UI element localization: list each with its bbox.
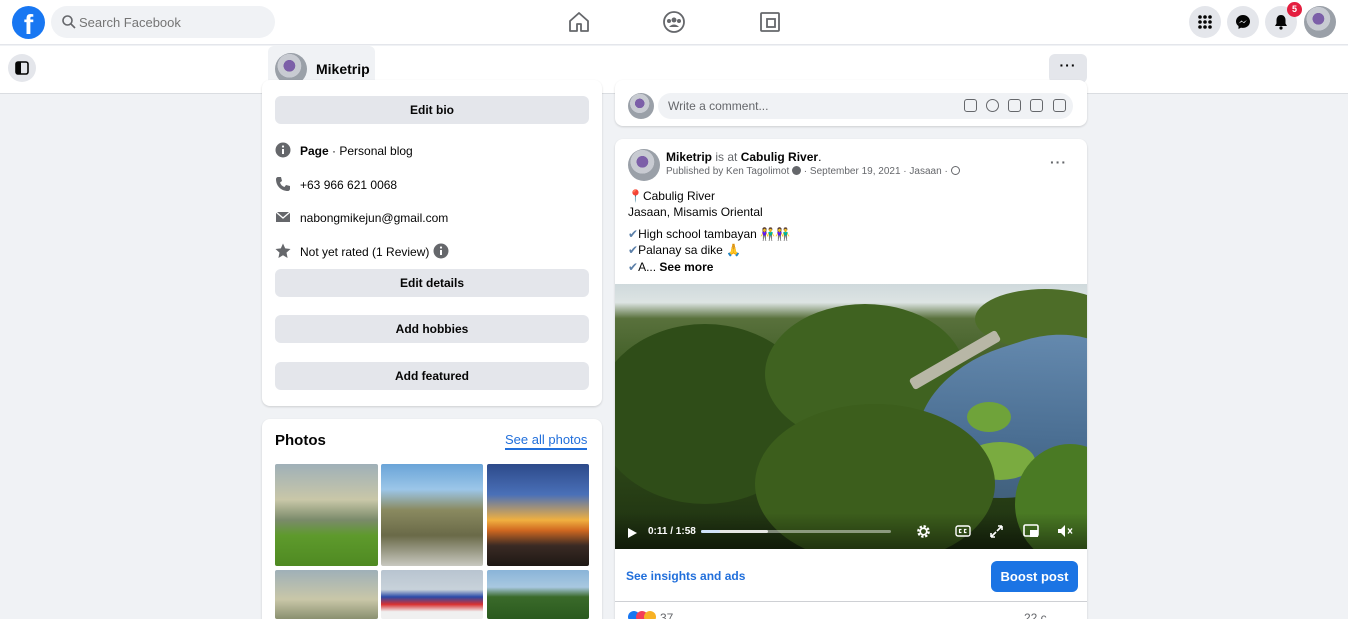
phone-number[interactable]: +63 966 621 0068 <box>300 178 397 192</box>
sidebar-icon <box>15 61 29 75</box>
video-buffer <box>701 530 768 533</box>
post-date[interactable]: September 19, 2021 · Jasaan · <box>810 166 948 177</box>
fullscreen-icon[interactable] <box>990 525 1003 538</box>
published-by: Published by Ken Tagolimot <box>666 166 790 177</box>
check-icon: ✔ <box>628 260 639 274</box>
comment-placeholder: Write a comment... <box>668 99 769 113</box>
account-avatar[interactable] <box>1304 6 1336 38</box>
see-more-link[interactable]: See more <box>659 260 713 274</box>
post-options-button[interactable]: ··· <box>1050 154 1067 170</box>
boost-post-button[interactable]: Boost post <box>991 561 1078 592</box>
messenger-button[interactable] <box>1227 6 1259 38</box>
sidebar-toggle-button[interactable] <box>8 54 36 82</box>
rating-text: Not yet rated (1 Review) <box>300 245 430 259</box>
page-category: · Personal blog <box>328 144 413 158</box>
top-navigation-bar: f 5 <box>0 0 1348 45</box>
photo-thumbnail[interactable] <box>487 570 589 619</box>
page-name: Miketrip <box>316 61 370 77</box>
home-icon[interactable] <box>567 10 591 34</box>
post-text-line: ✔Palanay sa dike 🙏 <box>628 243 741 257</box>
post-is-at: is at <box>712 150 741 164</box>
haha-reaction-icon[interactable] <box>644 611 656 619</box>
check-icon: ✔ <box>628 243 639 257</box>
add-featured-button[interactable]: Add featured <box>275 362 589 390</box>
phone-icon <box>276 177 290 191</box>
photo-thumbnail[interactable] <box>381 570 483 619</box>
post-period: . <box>818 150 822 164</box>
photo-thumbnail[interactable] <box>275 570 378 619</box>
messenger-icon <box>1236 15 1250 29</box>
settings-gear-icon[interactable] <box>916 524 931 539</box>
video-progress-bar[interactable] <box>701 530 891 533</box>
check-icon: ✔ <box>628 227 639 241</box>
camera-icon[interactable] <box>1008 99 1021 112</box>
search-input[interactable] <box>79 6 269 38</box>
captions-icon[interactable] <box>955 525 971 537</box>
notification-count-badge: 5 <box>1287 2 1302 17</box>
mail-icon <box>275 211 291 222</box>
post-author-avatar[interactable] <box>628 149 660 181</box>
search-box[interactable] <box>51 6 275 38</box>
post-header: Miketrip is at Cabulig River. <box>666 150 821 164</box>
menu-grid-icon <box>1198 15 1212 29</box>
edit-bio-button[interactable]: Edit bio <box>275 96 589 124</box>
bell-icon <box>1275 15 1287 30</box>
info-icon <box>275 142 291 158</box>
post-location[interactable]: Cabulig River <box>741 150 818 164</box>
post-text-line: 📍Cabulig River <box>628 189 715 203</box>
avatar-sticker-icon[interactable] <box>964 99 977 112</box>
search-icon <box>62 15 76 29</box>
globe-icon <box>950 166 960 175</box>
gif-icon[interactable] <box>1030 99 1043 112</box>
video-controls: 0:11 / 1:58 <box>615 513 1087 549</box>
groups-icon[interactable] <box>662 10 686 34</box>
photo-thumbnail[interactable] <box>487 464 589 566</box>
play-icon[interactable] <box>627 527 638 539</box>
picture-in-picture-icon[interactable] <box>1023 524 1039 538</box>
pages-icon[interactable] <box>758 10 782 34</box>
photos-title: Photos <box>275 432 326 449</box>
page-more-button[interactable]: ··· <box>1049 54 1087 83</box>
star-icon <box>275 243 291 258</box>
add-hobbies-button[interactable]: Add hobbies <box>275 315 589 343</box>
photo-thumbnail[interactable] <box>381 464 483 566</box>
page-type-label: Page <box>300 144 329 158</box>
photo-thumbnail[interactable] <box>275 464 378 566</box>
sticker-icon[interactable] <box>1053 99 1066 112</box>
post-video[interactable]: 0:11 / 1:58 <box>615 284 1087 549</box>
muted-volume-icon[interactable] <box>1057 524 1073 538</box>
rating-info-icon[interactable] <box>433 243 449 259</box>
post-text-line: ✔High school tambayan 👫👫 <box>628 227 790 241</box>
post-author-name[interactable]: Miketrip <box>666 150 712 164</box>
see-insights-link[interactable]: See insights and ads <box>626 569 745 583</box>
post-text: Palanay sa dike 🙏 <box>638 243 742 257</box>
comment-count[interactable]: 22 c <box>1024 611 1047 619</box>
facebook-logo[interactable]: f <box>12 6 45 39</box>
video-scene <box>967 402 1011 432</box>
menu-button[interactable] <box>1189 6 1221 38</box>
comment-input[interactable]: Write a comment... <box>658 93 1073 119</box>
post-text: High school tambayan 👫👫 <box>638 227 791 241</box>
post-text: A... <box>638 260 657 274</box>
post-text-line: ✔A... See more <box>628 260 713 274</box>
reaction-count[interactable]: 37 <box>660 611 673 619</box>
emoji-icon[interactable] <box>986 99 999 112</box>
see-all-photos-link[interactable]: See all photos <box>505 432 588 450</box>
help-icon[interactable] <box>792 166 802 175</box>
post-divider <box>615 601 1087 602</box>
post-text-line: Jasaan, Misamis Oriental <box>628 205 763 219</box>
intro-card <box>262 80 602 406</box>
commenter-avatar[interactable] <box>628 93 654 119</box>
video-time: 0:11 / 1:58 <box>648 526 696 537</box>
email-address[interactable]: nabongmikejun@gmail.com <box>300 211 448 225</box>
edit-details-button[interactable]: Edit details <box>275 269 589 297</box>
post-meta: Published by Ken Tagolimot · September 1… <box>666 166 960 177</box>
